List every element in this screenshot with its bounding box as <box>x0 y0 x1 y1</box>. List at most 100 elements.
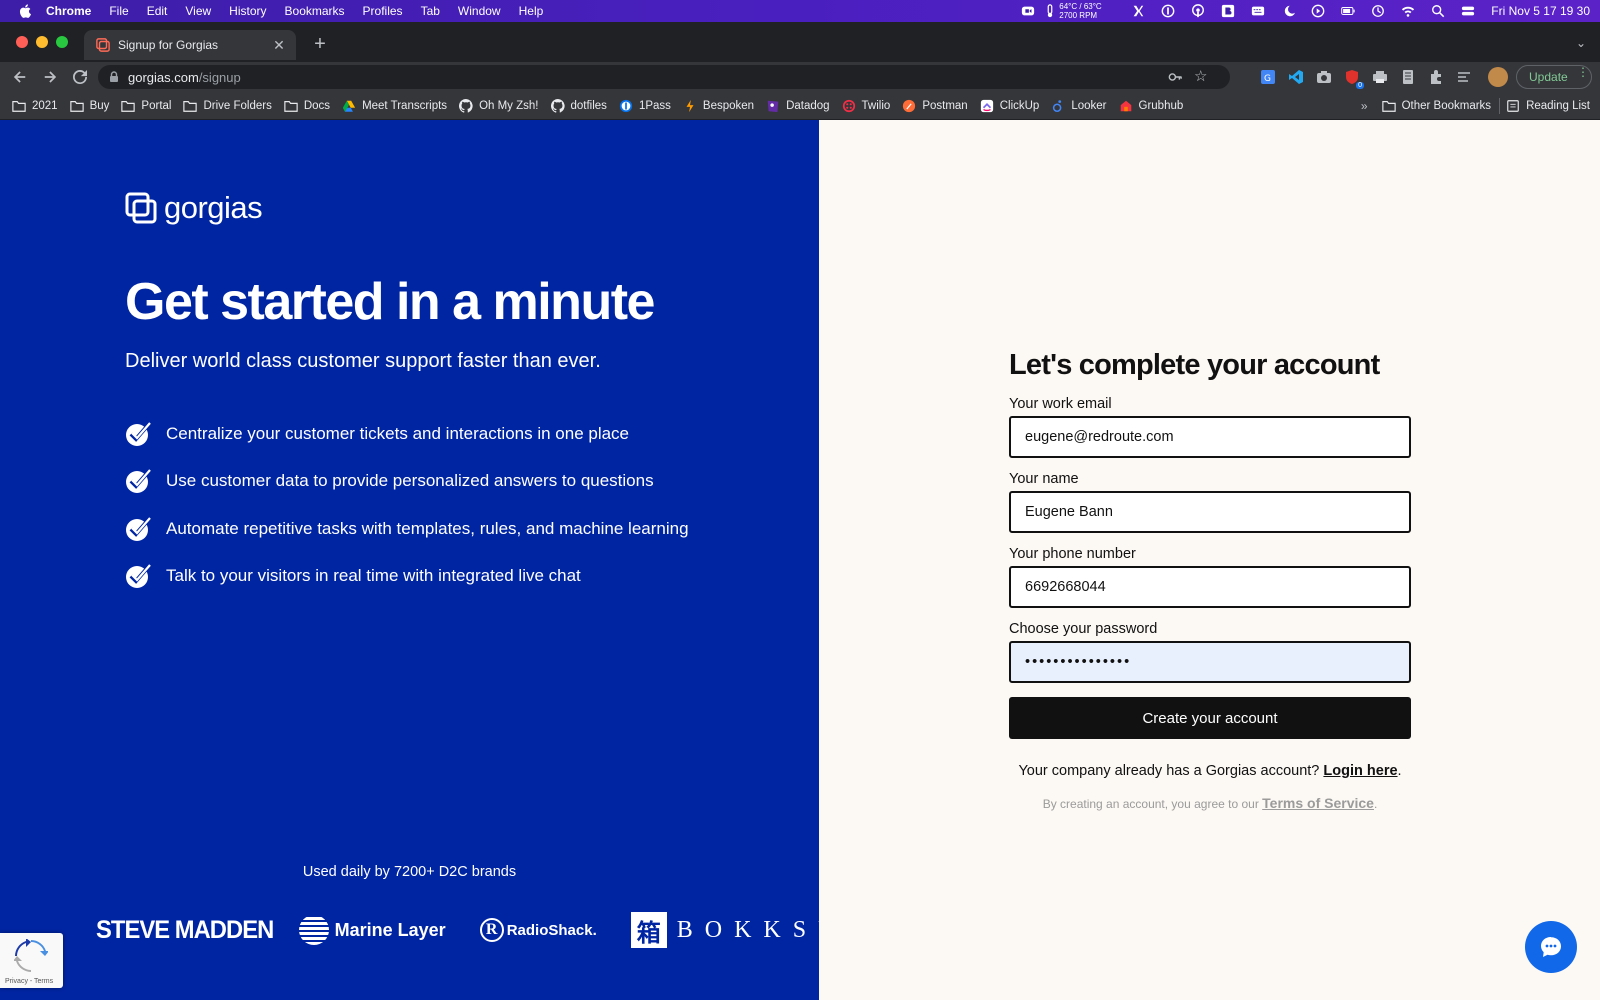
onepassword-status-icon[interactable] <box>1153 0 1183 22</box>
bookmark-label: 1Pass <box>638 99 671 112</box>
lock-icon[interactable] <box>108 71 120 83</box>
google-translate-icon[interactable]: G <box>1258 67 1278 87</box>
bookmark-twilio[interactable]: Twilio <box>842 96 890 116</box>
clickup-icon <box>980 99 994 113</box>
bookmarks-overflow-icon[interactable]: » <box>1361 99 1368 113</box>
menu-history[interactable]: History <box>229 4 266 18</box>
back-arrow-icon[interactable] <box>6 63 34 91</box>
bookmark-looker[interactable]: Looker <box>1051 96 1107 116</box>
grubhub-icon <box>1119 99 1133 113</box>
new-tab-button[interactable]: + <box>310 34 330 54</box>
bookmark-label: ClickUp <box>999 99 1040 112</box>
moon-icon[interactable] <box>1273 0 1303 22</box>
menu-help[interactable]: Help <box>519 4 544 18</box>
menu-tab[interactable]: Tab <box>421 4 440 18</box>
address-bar[interactable]: gorgias.com/signup ☆ <box>98 65 1230 89</box>
bookmark-grubhub[interactable]: Grubhub <box>1119 96 1183 116</box>
bear-icon[interactable] <box>1213 0 1243 22</box>
forward-arrow-icon[interactable] <box>36 63 64 91</box>
thermometer-icon[interactable] <box>1043 0 1057 22</box>
macos-menubar: Chrome File Edit View History Bookmarks … <box>0 0 1600 22</box>
reload-icon[interactable] <box>66 63 94 91</box>
bookmark-datadog[interactable]: Datadog <box>766 96 830 116</box>
keyboard-icon[interactable] <box>1243 0 1273 22</box>
zoom-window-button[interactable] <box>56 36 68 48</box>
login-link[interactable]: Login here <box>1323 763 1397 779</box>
screenshot-camera-icon[interactable] <box>1314 67 1334 87</box>
chat-widget-button[interactable] <box>1525 921 1577 973</box>
bookmark-drive-folders[interactable]: Drive Folders <box>183 96 272 116</box>
brand-radioshack: R RadioShack. <box>479 918 597 942</box>
bookmark-other-bookmarks[interactable]: Other Bookmarks <box>1381 96 1491 116</box>
menu-profiles[interactable]: Profiles <box>363 4 403 18</box>
bookmark-clickup[interactable]: ClickUp <box>980 96 1040 116</box>
minimize-window-button[interactable] <box>36 36 48 48</box>
url-host: gorgias.com <box>128 69 199 85</box>
tab-search-chevron-icon[interactable]: ⌄ <box>1576 36 1586 50</box>
temperature-readout[interactable]: 64°C / 63°C 2700 RPM <box>1059 2 1123 20</box>
recaptcha-links[interactable]: Privacy - Terms <box>5 978 53 985</box>
wifi-icon[interactable] <box>1393 0 1423 22</box>
used-by-text: Used daily by 7200+ D2C brands <box>302 864 517 880</box>
close-tab-icon[interactable]: ✕ <box>272 38 286 52</box>
terms-of-service-link[interactable]: Terms of Service <box>1262 795 1374 811</box>
reading-list[interactable]: Reading List <box>1506 96 1590 116</box>
password-field[interactable]: ••••••••••••••• <box>1009 641 1411 683</box>
checkmark-icon <box>126 564 151 589</box>
menu-edit[interactable]: Edit <box>147 4 168 18</box>
menubar-clock[interactable]: Fri Nov 5 17 19 30 <box>1491 4 1590 18</box>
spotlight-search-icon[interactable] <box>1423 0 1453 22</box>
bookmark-oh-my-zsh[interactable]: Oh My Zsh! <box>459 96 539 116</box>
folder-icon <box>12 99 26 113</box>
bookmark-meet-transcripts[interactable]: Meet Transcripts <box>342 96 447 116</box>
name-field[interactable]: Eugene Bann <box>1009 491 1411 533</box>
bookmark-portal[interactable]: Portal <box>121 96 171 116</box>
bookmark-bespoken[interactable]: Bespoken <box>683 96 754 116</box>
printer-icon[interactable] <box>1370 67 1390 87</box>
vscode-icon[interactable] <box>1286 67 1306 87</box>
play-circle-icon[interactable] <box>1303 0 1333 22</box>
reading-mode-icon[interactable] <box>1454 67 1474 87</box>
menu-file[interactable]: File <box>109 4 128 18</box>
time-machine-icon[interactable] <box>1363 0 1393 22</box>
podcast-icon[interactable] <box>1183 0 1213 22</box>
menu-view[interactable]: View <box>185 4 211 18</box>
bookmark-buy[interactable]: Buy <box>69 96 109 116</box>
brand-bokksu: 箱 BOKKSU <box>630 912 848 948</box>
menu-chrome[interactable]: Chrome <box>46 4 91 18</box>
menu-window[interactable]: Window <box>458 4 501 18</box>
email-field[interactable]: eugene@redroute.com <box>1009 416 1411 458</box>
bookmark-label: Datadog <box>786 99 830 112</box>
logo-wordmark: gorgias <box>164 190 263 225</box>
bookmark-2021[interactable]: 2021 <box>12 96 58 116</box>
notes-icon[interactable] <box>1398 67 1418 87</box>
update-chrome-button[interactable]: Update ⋮ <box>1516 65 1592 89</box>
login-prompt: Your company already has a Gorgias accou… <box>1009 763 1411 779</box>
extensions-puzzle-icon[interactable] <box>1426 67 1446 87</box>
recaptcha-badge[interactable]: Privacy - Terms <box>0 933 63 988</box>
more-menu-icon[interactable]: ⋮ <box>1577 66 1589 78</box>
temperature-text: 64°C / 63°C <box>1059 2 1102 11</box>
bookmark-dotfiles[interactable]: dotfiles <box>550 96 607 116</box>
bookmark-star-icon[interactable]: ☆ <box>1194 69 1210 85</box>
battery-icon[interactable] <box>1333 0 1363 22</box>
bookmark-1pass[interactable]: 1Pass <box>619 96 671 116</box>
apple-icon[interactable] <box>16 4 34 18</box>
bookmark-docs[interactable]: Docs <box>284 96 330 116</box>
form-title: Let's complete your account <box>1009 348 1380 381</box>
bookmark-postman[interactable]: Postman <box>902 96 968 116</box>
control-center-icon[interactable] <box>1453 0 1483 22</box>
key-icon[interactable] <box>1168 70 1182 84</box>
gorgias-logo[interactable]: gorgias <box>125 190 263 226</box>
tab-signup-for-gorgias[interactable]: Signup for Gorgias ✕ <box>84 30 296 60</box>
close-window-button[interactable] <box>16 36 28 48</box>
create-account-button[interactable]: Create your account <box>1009 697 1411 739</box>
menu-bookmarks[interactable]: Bookmarks <box>285 4 345 18</box>
extensions-area: G 0 <box>1258 67 1474 89</box>
ublock-icon[interactable]: 0 <box>1342 67 1364 89</box>
zoom-icon[interactable] <box>1013 0 1043 22</box>
url-path: /signup <box>198 69 241 85</box>
keystroke-icon[interactable] <box>1123 0 1153 22</box>
profile-avatar[interactable] <box>1488 67 1508 87</box>
phone-field[interactable]: 6692668044 <box>1009 566 1411 608</box>
